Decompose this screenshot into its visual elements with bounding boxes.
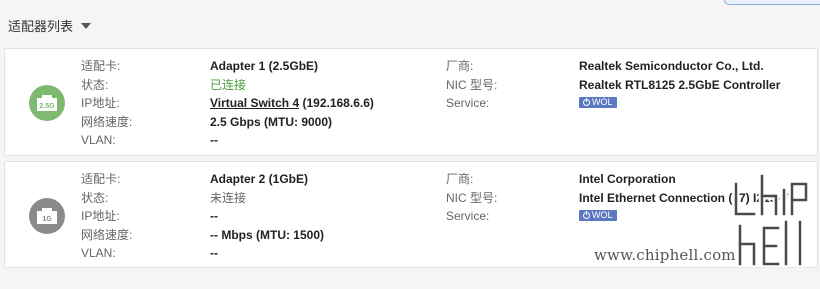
adapter-vlan: -- (210, 133, 218, 147)
adapter-name: Adapter 1 (2.5GbE) (210, 59, 319, 73)
adapter-values: Adapter 2 (1GbE) 未连接 -- -- Mbps (MTU: 15… (210, 170, 324, 263)
label-vlan: VLAN: (81, 133, 116, 147)
label-status: 状态: (81, 77, 109, 92)
label-service: Service: (446, 96, 490, 110)
watermark-text: www.chiphell.com (594, 246, 736, 264)
adapter-labels: 适配卡: 状态: IP地址: 网络速度: VLAN: (81, 57, 132, 150)
wol-label: WOL (592, 97, 613, 108)
ip-address: (192.168.6.6) (302, 96, 374, 110)
label-service: Service: (446, 209, 490, 223)
label-vendor: 厂商: (446, 172, 474, 186)
ethernet-port-icon: 2.5G (29, 85, 65, 121)
label-speed: 网络速度: (81, 227, 133, 242)
virtual-switch-link[interactable]: Virtual Switch 4 (210, 96, 299, 110)
ethernet-port-icon: 1G (29, 198, 65, 234)
adapter-status: 已连接 (210, 77, 247, 92)
adapter-speed: -- Mbps (MTU: 1500) (210, 227, 324, 242)
label-vlan: VLAN: (81, 246, 116, 260)
adapter-vlan: -- (210, 246, 218, 260)
wol-badge: WOL (579, 97, 617, 109)
adapter-labels-right: 厂商: NIC 型号: Service: (446, 170, 497, 226)
top-right-button-edge[interactable] (724, 0, 820, 5)
adapter-vendor: Realtek Semiconductor Co., Ltd. (579, 59, 764, 73)
adapter-ip: Virtual Switch 4 (192.168.6.6) (210, 94, 374, 113)
caret-down-icon[interactable] (81, 23, 92, 29)
label-ip: IP地址: (81, 96, 120, 110)
adapter-card-1: 2.5G 适配卡: 状态: IP地址: 网络速度: VLAN: Adapter … (4, 48, 818, 156)
label-adapter: 适配卡: (81, 172, 121, 186)
label-status: 状态: (81, 190, 109, 205)
page-title: 适配器列表 (8, 18, 74, 34)
label-nic-model: NIC 型号: (446, 190, 498, 205)
adapter-speed: 2.5 Gbps (MTU: 9000) (210, 114, 333, 129)
wol-badge: WOL (579, 210, 617, 222)
label-ip: IP地址: (81, 209, 120, 223)
adapter-labels-right: 厂商: NIC 型号: Service: (446, 57, 497, 113)
adapter-values: Adapter 1 (2.5GbE) 已连接 Virtual Switch 4 … (210, 57, 374, 150)
label-speed: 网络速度: (81, 114, 133, 129)
port-speed-label: 2.5G (39, 103, 55, 110)
label-adapter: 适配卡: (81, 59, 121, 73)
adapter-service: WOL (579, 94, 780, 113)
adapter-status: 未连接 (210, 190, 247, 205)
label-nic-model: NIC 型号: (446, 77, 498, 92)
adapter-list-header[interactable]: 适配器列表 (8, 14, 92, 36)
adapter-name: Adapter 2 (1GbE) (210, 172, 309, 186)
port-speed-label: 1G (42, 216, 52, 223)
power-icon (583, 98, 590, 107)
wol-label: WOL (592, 210, 613, 221)
label-vendor: 厂商: (446, 59, 474, 73)
adapter-values-right: Realtek Semiconductor Co., Ltd. Realtek … (579, 57, 780, 113)
adapter-ip: -- (210, 209, 218, 223)
adapter-nic-model: Realtek RTL8125 2.5GbE Controller (579, 77, 781, 92)
adapter-labels: 适配卡: 状态: IP地址: 网络速度: VLAN: (81, 170, 132, 263)
power-icon (583, 211, 590, 220)
